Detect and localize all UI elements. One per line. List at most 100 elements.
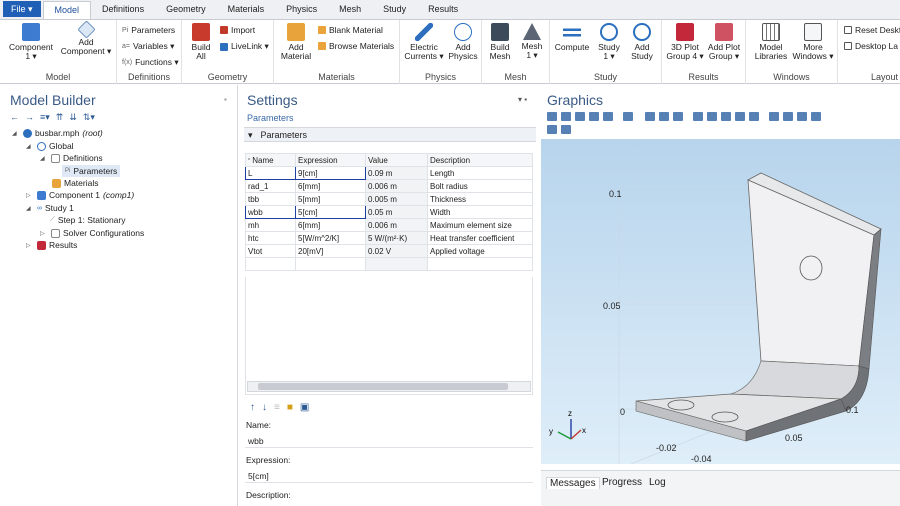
more-windows-button[interactable]: More Windows ▾ bbox=[790, 23, 836, 61]
add-physics-button[interactable]: Add Physics bbox=[446, 23, 480, 61]
cell-name[interactable]: rad_1 bbox=[245, 179, 296, 193]
tree-item-parameters[interactable]: Pi Parameters bbox=[62, 165, 121, 177]
column-header-description[interactable]: Description bbox=[427, 153, 533, 167]
select-boundaries-icon[interactable] bbox=[707, 112, 717, 121]
table-row-empty[interactable] bbox=[245, 257, 533, 271]
cell-description[interactable]: Thickness bbox=[427, 192, 533, 206]
cell-expression[interactable]: 6[mm] bbox=[295, 218, 366, 232]
cell-expression[interactable]: 9[cm] bbox=[295, 166, 366, 180]
name-field[interactable]: wbb bbox=[245, 434, 533, 448]
graphics-viewport[interactable]: 0.1 0.05 0 0.1 0.05 -0.02 -0.04 z y x bbox=[541, 139, 900, 464]
sort-icon[interactable]: ⇅▾ bbox=[83, 112, 95, 123]
model-libraries-button[interactable]: Model Libraries bbox=[752, 23, 790, 61]
tree-item-results[interactable]: ▷ Results bbox=[26, 240, 77, 250]
tree-item-global[interactable]: ◢ Global bbox=[26, 141, 74, 151]
cell-description[interactable]: Applied voltage bbox=[427, 244, 533, 258]
table-row[interactable]: L 9[cm] 0.09 m Length bbox=[245, 166, 533, 180]
cell-expression[interactable]: 20[mV] bbox=[295, 244, 366, 258]
select-edges-icon[interactable] bbox=[721, 112, 731, 121]
tab-progress[interactable]: Progress bbox=[599, 477, 645, 488]
add-study-button[interactable]: Add Study bbox=[626, 23, 658, 61]
zoom-box-icon[interactable] bbox=[575, 112, 585, 121]
variables-button[interactable]: a= Variables ▾ bbox=[122, 41, 174, 52]
panel-menu-icon[interactable]: ▪ bbox=[224, 95, 227, 104]
table-row[interactable]: htc 5[W/m^2/K] 5 W/(m²·K) Heat transfer coe… bbox=[245, 231, 533, 245]
scene-light-icon[interactable] bbox=[811, 112, 821, 121]
cell-description[interactable]: Heat transfer coefficient bbox=[427, 231, 533, 245]
back-arrow-icon[interactable]: ← bbox=[10, 112, 19, 123]
table-row[interactable]: Vtot 20[mV] 0.02 V Applied voltage bbox=[245, 244, 533, 258]
cell-expression[interactable]: 5[W/m^2/K] bbox=[295, 231, 366, 245]
print-icon[interactable] bbox=[561, 125, 571, 134]
transparency-icon[interactable] bbox=[783, 112, 793, 121]
delete-icon[interactable]: ≡ bbox=[274, 402, 280, 413]
tab-study[interactable]: Study bbox=[372, 1, 417, 19]
build-all-button[interactable]: Build All bbox=[186, 23, 216, 61]
collapse-triangle-icon[interactable]: ◢ bbox=[40, 155, 48, 162]
cell-expression[interactable] bbox=[295, 257, 366, 271]
zoom-extents-icon[interactable] bbox=[589, 112, 599, 121]
cell-name[interactable]: htc bbox=[245, 231, 296, 245]
collapse-triangle-icon[interactable]: ◢ bbox=[26, 143, 34, 150]
build-mesh-button[interactable]: Build Mesh bbox=[485, 23, 515, 61]
expand-triangle-icon[interactable]: ▷ bbox=[26, 192, 34, 199]
cell-name[interactable]: L bbox=[245, 166, 296, 180]
tree-item-study[interactable]: ◢ ∞ Study 1 bbox=[26, 203, 74, 213]
table-row-selected[interactable]: wbb 5[cm] 0.05 m Width bbox=[245, 205, 533, 219]
tree-item-root[interactable]: ◢ busbar.mph (root) bbox=[12, 128, 103, 138]
tab-results[interactable]: Results bbox=[417, 1, 469, 19]
file-menu-button[interactable]: File ▾ bbox=[3, 1, 41, 17]
cell-name[interactable]: Vtot bbox=[245, 244, 296, 258]
compute-button[interactable]: Compute bbox=[554, 23, 590, 52]
expression-field[interactable]: 5[cm] bbox=[245, 469, 533, 483]
cell-name[interactable]: wbb bbox=[245, 205, 296, 219]
study-1-button[interactable]: Study 1 ▾ bbox=[594, 23, 624, 61]
cell-expression[interactable]: 5[mm] bbox=[295, 192, 366, 206]
save-icon[interactable]: ▣ bbox=[300, 402, 309, 413]
forward-arrow-icon[interactable]: → bbox=[25, 112, 34, 123]
tree-item-materials[interactable]: Materials bbox=[52, 178, 98, 188]
collapse-triangle-icon[interactable]: ◢ bbox=[12, 130, 20, 137]
cell-name[interactable] bbox=[245, 257, 296, 271]
reset-view-icon[interactable] bbox=[797, 112, 807, 121]
cell-expression[interactable]: 6[mm] bbox=[295, 179, 366, 193]
tab-materials[interactable]: Materials bbox=[217, 1, 276, 19]
browse-materials-button[interactable]: Browse Materials bbox=[318, 41, 394, 51]
cell-name[interactable]: mh bbox=[245, 218, 296, 232]
tab-definitions[interactable]: Definitions bbox=[91, 1, 155, 19]
blank-material-button[interactable]: Blank Material bbox=[318, 25, 383, 35]
column-header-name[interactable]: ” Name bbox=[245, 153, 296, 167]
tree-item-component[interactable]: ▷ Component 1 (comp1) bbox=[26, 190, 134, 200]
expand-triangle-icon[interactable]: ▷ bbox=[40, 230, 48, 237]
collapse-triangle-icon[interactable]: ▾ bbox=[248, 130, 253, 140]
zoom-selected-icon[interactable] bbox=[603, 112, 613, 121]
zoom-in-icon[interactable] bbox=[547, 112, 557, 121]
wireframe-icon[interactable] bbox=[769, 112, 779, 121]
go-to-zx-icon[interactable] bbox=[673, 112, 683, 121]
go-to-xy-icon[interactable] bbox=[645, 112, 655, 121]
tab-mesh[interactable]: Mesh bbox=[328, 1, 372, 19]
column-header-expression[interactable]: Expression bbox=[295, 153, 366, 167]
select-domains-icon[interactable] bbox=[693, 112, 703, 121]
cell-description[interactable]: Maximum element size bbox=[427, 218, 533, 232]
desktop-layout-button[interactable]: Desktop La bbox=[844, 41, 898, 51]
select-points-icon[interactable] bbox=[735, 112, 745, 121]
livelink-button[interactable]: LiveLink ▾ bbox=[220, 41, 269, 52]
functions-button[interactable]: f(x) Functions ▾ bbox=[122, 57, 179, 68]
move-down-icon[interactable]: ↓ bbox=[262, 402, 267, 413]
tab-messages[interactable]: Messages bbox=[546, 477, 600, 489]
cell-description[interactable]: Length bbox=[427, 166, 533, 180]
add-material-button[interactable]: Add Material bbox=[276, 23, 316, 61]
tab-model[interactable]: Model bbox=[42, 1, 92, 19]
tree-item-solver[interactable]: ▷ Solver Configurations bbox=[40, 228, 144, 238]
3d-plot-group-button[interactable]: 3D Plot Group 4 ▾ bbox=[665, 23, 705, 61]
move-up-icon[interactable]: ↑ bbox=[250, 402, 255, 413]
tab-geometry[interactable]: Geometry bbox=[155, 1, 217, 19]
reset-desktop-button[interactable]: Reset Deskt bbox=[844, 25, 900, 35]
settings-menu-icon[interactable]: ▾ ▪ bbox=[518, 95, 527, 104]
import-button[interactable]: Import bbox=[220, 25, 255, 35]
column-header-value[interactable]: Value bbox=[365, 153, 428, 167]
horizontal-scrollbar[interactable] bbox=[247, 381, 531, 392]
zoom-out-icon[interactable] bbox=[561, 112, 571, 121]
component-button[interactable]: Component 1 ▾ bbox=[6, 23, 56, 61]
